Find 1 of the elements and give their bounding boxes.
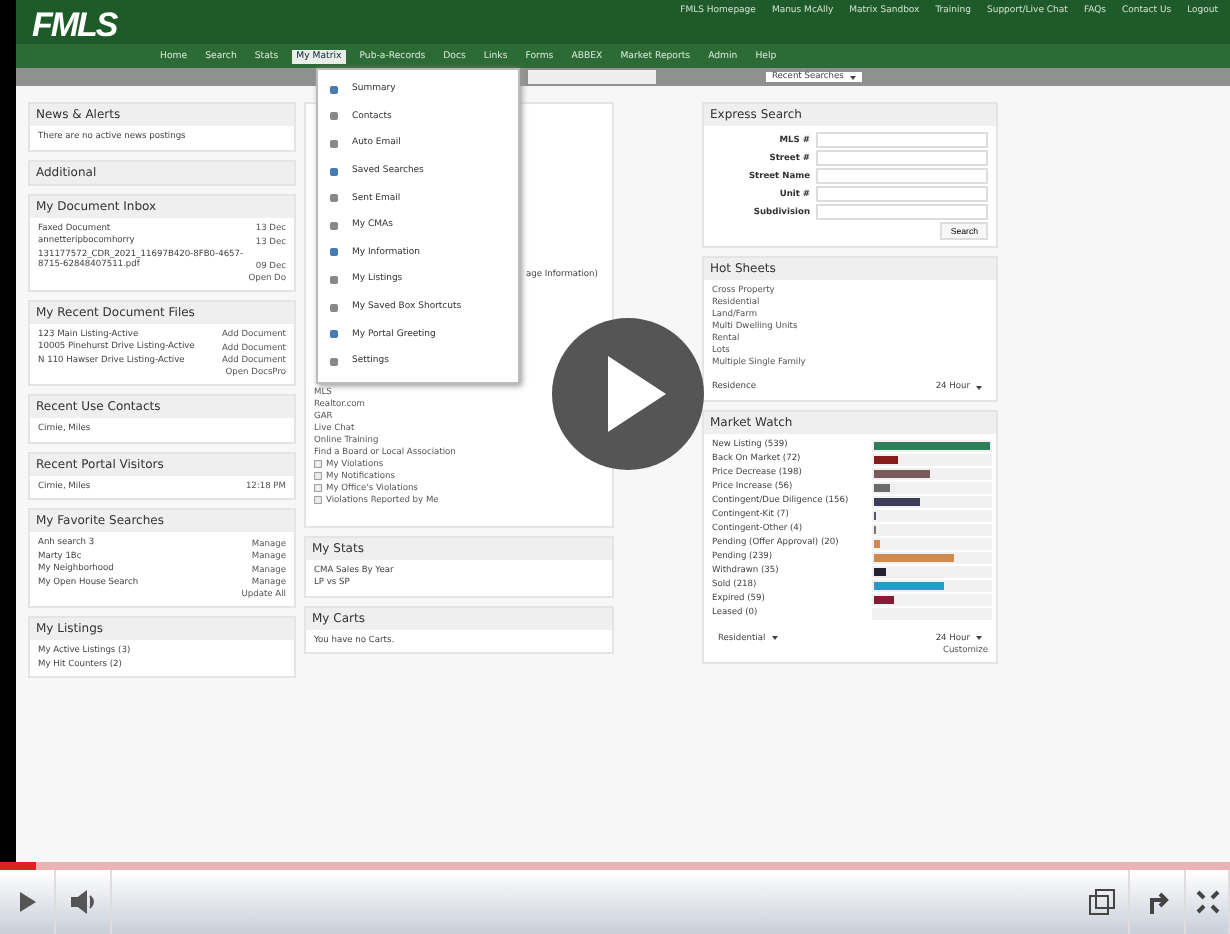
logo[interactable]: FMLS	[32, 6, 117, 46]
